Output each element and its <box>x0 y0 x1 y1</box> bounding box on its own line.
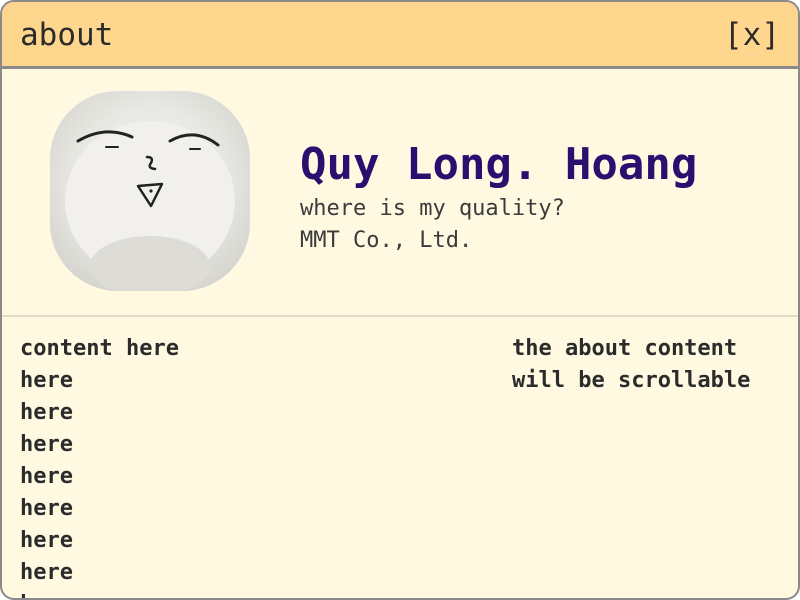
window-title: about <box>20 17 114 53</box>
content-line: here <box>20 560 73 585</box>
content-note-line: will be scrollable <box>512 368 751 393</box>
content-line: here <box>20 528 73 553</box>
content-line: here <box>20 496 73 521</box>
content-line: here <box>20 368 73 393</box>
profile-name: Quy Long. Hoang <box>300 139 698 190</box>
content-line: here <box>20 589 480 598</box>
content-line: content here <box>20 336 179 361</box>
content-left-column: content here here here here here here he… <box>20 333 480 598</box>
profile-header: Quy Long. Hoang where is my quality? MMT… <box>2 69 798 317</box>
avatar-dog-image <box>50 91 250 291</box>
about-window: about [x] Quy Long. Hoang where is my qu… <box>0 0 800 600</box>
content-right-column: the about content will be scrollable <box>512 333 792 397</box>
content-line: here <box>20 432 73 457</box>
content-note-line: the about content <box>512 336 738 361</box>
title-bar[interactable]: about [x] <box>2 2 798 69</box>
content-line: here <box>20 464 73 489</box>
content-line: here <box>20 400 73 425</box>
about-content[interactable]: content here here here here here here he… <box>2 317 798 598</box>
profile-company: MMT Co., Ltd. <box>300 228 473 253</box>
avatar <box>50 91 250 291</box>
profile-tagline: where is my quality? <box>300 196 565 221</box>
close-button[interactable]: [x] <box>724 16 780 54</box>
